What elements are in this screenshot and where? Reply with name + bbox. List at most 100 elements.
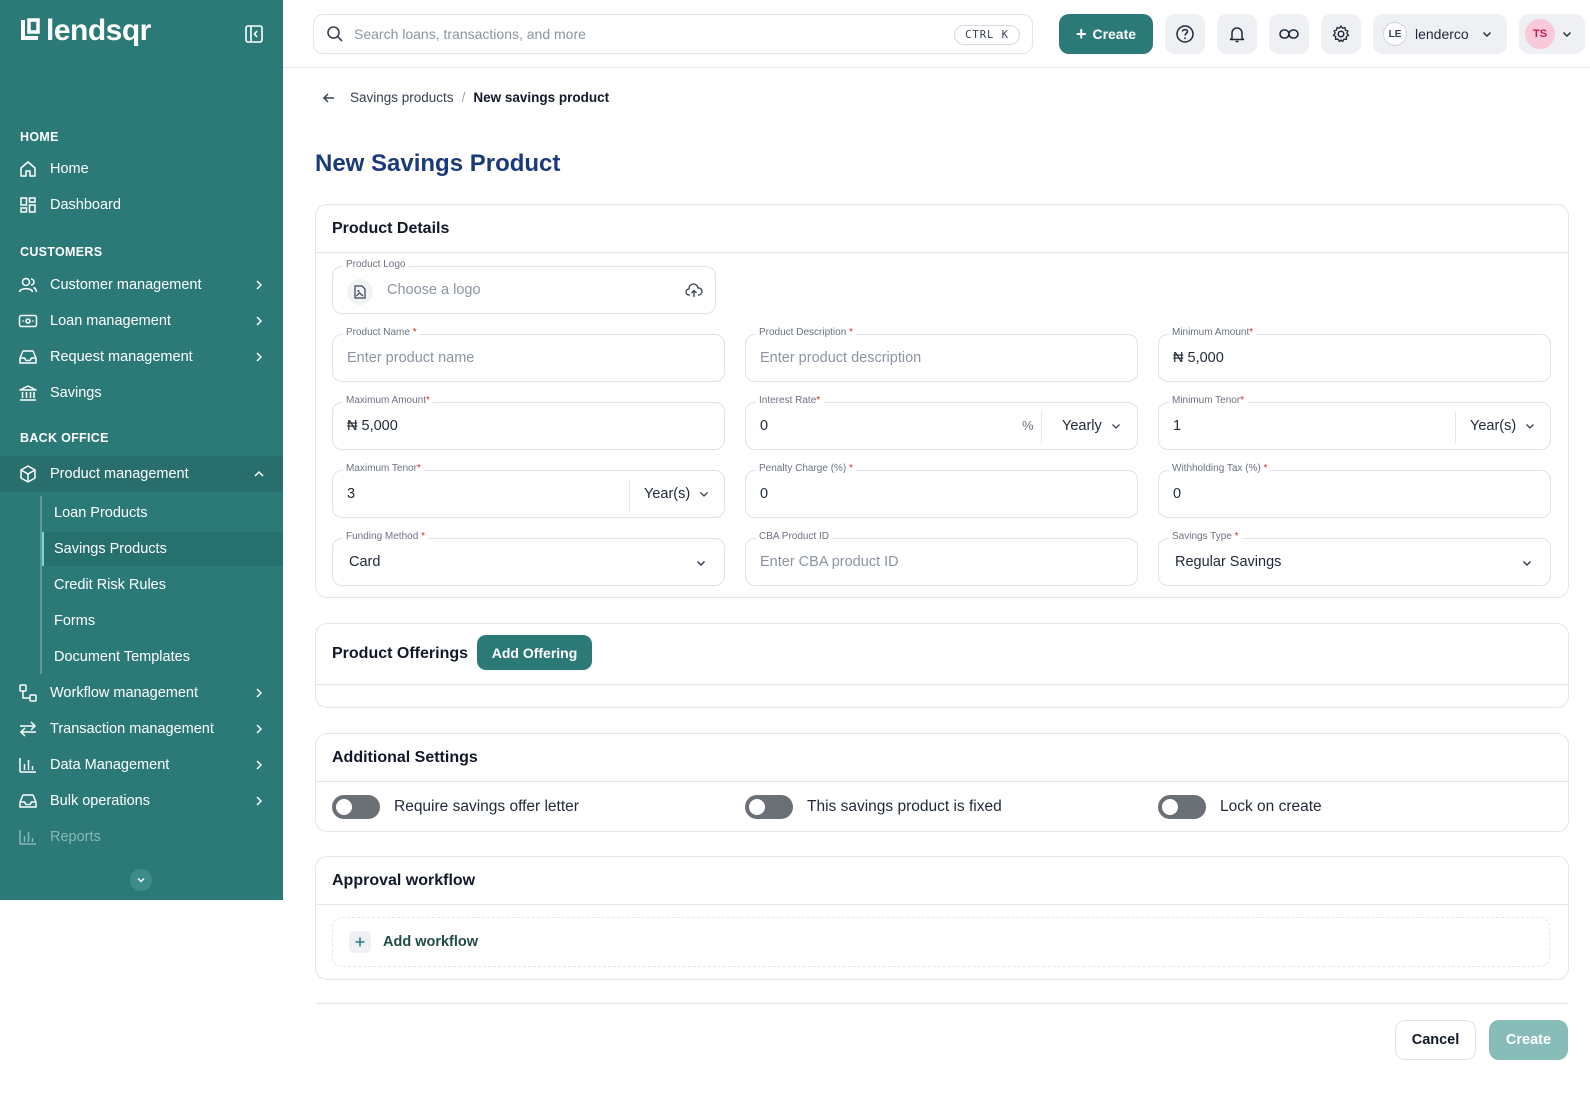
sidebar-subitem-credit-risk-rules[interactable]: Credit Risk Rules <box>42 568 283 602</box>
bell-icon <box>1229 27 1245 43</box>
toggle-switch[interactable] <box>1158 795 1206 819</box>
search-input[interactable] <box>354 26 914 42</box>
org-name: lenderco <box>1415 26 1469 42</box>
product-logo-upload[interactable]: Product Logo Choose a logo <box>332 259 716 314</box>
interest-rate-field[interactable]: Interest Rate* 0 % Yearly <box>745 395 1138 450</box>
chevron-down-icon <box>1111 424 1120 429</box>
percent-suffix: % <box>1022 418 1034 433</box>
notifications-button[interactable] <box>1217 14 1257 54</box>
toggle-product-fixed[interactable]: This savings product is fixed <box>745 795 1002 819</box>
sidebar-item-home[interactable]: Home <box>0 151 283 187</box>
sidebar-item-product-management[interactable]: Product management <box>0 456 283 492</box>
funding-method-select[interactable]: Funding Method * Card <box>332 531 725 586</box>
field-label: CBA Product ID <box>756 531 833 542</box>
sidebar-item-request-management[interactable]: Request management <box>0 339 283 375</box>
withholding-tax-value: 0 <box>1173 486 1182 502</box>
plus-icon: + <box>1075 24 1087 44</box>
sidebar-item-dashboard[interactable]: Dashboard <box>0 187 283 223</box>
gear-icon <box>1332 25 1350 43</box>
help-button[interactable] <box>1165 14 1205 54</box>
link-icon <box>1279 29 1299 39</box>
required-marker: * <box>1263 463 1268 474</box>
cancel-button[interactable]: Cancel <box>1395 1020 1476 1060</box>
create-button[interactable]: + Create <box>1059 14 1153 54</box>
sidebar-item-label: Data Management <box>50 757 170 773</box>
toggle-label: Lock on create <box>1220 798 1322 815</box>
cba-product-id-field[interactable]: CBA Product ID Enter CBA product ID <box>745 531 1138 586</box>
sidebar-subitem-forms[interactable]: Forms <box>42 604 283 638</box>
sidebar-item-customer-management[interactable]: Customer management <box>0 267 283 303</box>
sidebar-item-workflow-management[interactable]: Workflow management <box>0 675 283 711</box>
maximum-amount-field[interactable]: Maximum Amount* ₦ 5,000 <box>332 395 725 450</box>
field-label: Penalty Charge (%) <box>759 463 847 474</box>
sidebar-item-label: Customer management <box>50 277 202 293</box>
sidebar-subitem-savings-products[interactable]: Savings Products <box>42 532 283 566</box>
footer-divider <box>315 1003 1569 1004</box>
brand-name: lendsqr <box>46 14 151 47</box>
user-menu[interactable]: TS <box>1519 14 1585 54</box>
settings-button[interactable] <box>1321 14 1361 54</box>
chevron-down-icon <box>1482 32 1491 37</box>
add-offering-button[interactable]: Add Offering <box>477 635 592 670</box>
chevron-right-icon <box>256 688 263 698</box>
product-details-heading: Product Details <box>316 205 1568 253</box>
tenor-unit-value: Year(s) <box>1470 418 1517 434</box>
sidebar-item-bulk-operations[interactable]: Bulk operations <box>0 783 283 819</box>
sidebar-item-label: Savings <box>50 385 102 401</box>
bar-chart-icon <box>18 755 38 775</box>
interest-period-value: Yearly <box>1062 418 1102 434</box>
maximum-tenor-unit-select[interactable]: Year(s) <box>644 486 710 502</box>
inbox-icon <box>18 347 38 367</box>
toggle-switch[interactable] <box>745 795 793 819</box>
sidebar-item-savings[interactable]: Savings <box>0 375 283 411</box>
required-marker: * <box>849 463 853 474</box>
penalty-charge-field[interactable]: Penalty Charge (%) * 0 <box>745 463 1138 518</box>
breadcrumb-separator: / <box>461 90 466 105</box>
field-label: Product Logo <box>343 259 409 270</box>
links-button[interactable] <box>1269 14 1309 54</box>
chevron-right-icon <box>256 280 263 290</box>
sidebar-item-data-management[interactable]: Data Management <box>0 747 283 783</box>
toggle-require-offer-letter[interactable]: Require savings offer letter <box>332 795 579 819</box>
sidebar-subitem-document-templates[interactable]: Document Templates <box>42 640 283 674</box>
minimum-amount-field[interactable]: Minimum Amount* ₦ 5,000 <box>1158 327 1551 382</box>
sidebar-item-reports[interactable]: Reports <box>0 819 283 855</box>
chevron-right-icon <box>256 352 263 362</box>
create-product-button[interactable]: Create <box>1489 1020 1568 1060</box>
chevron-up-icon <box>254 470 264 477</box>
global-search[interactable]: CTRL K <box>313 14 1033 54</box>
interest-rate-value: 0 <box>760 418 769 434</box>
add-workflow-label: Add workflow <box>383 934 479 950</box>
toggle-switch[interactable] <box>332 795 380 819</box>
toggle-lock-on-create[interactable]: Lock on create <box>1158 795 1322 819</box>
chevron-down-icon <box>1563 32 1571 37</box>
breadcrumb-parent-link[interactable]: Savings products <box>350 90 454 105</box>
brand-logo[interactable]: lendsqr <box>20 16 151 46</box>
back-arrow-icon[interactable] <box>322 91 336 105</box>
sidebar-subitem-loan-products[interactable]: Loan Products <box>42 496 283 530</box>
sidebar-collapse-icon[interactable] <box>244 24 264 44</box>
org-avatar: LE <box>1383 22 1407 46</box>
sidebar-item-label: Home <box>50 161 89 177</box>
field-label: Withholding Tax (%) <box>1172 463 1261 474</box>
sidebar-item-transaction-management[interactable]: Transaction management <box>0 711 283 747</box>
reports-icon <box>18 827 38 847</box>
sidebar-scroll-down-button[interactable] <box>130 869 152 891</box>
maximum-tenor-field[interactable]: Maximum Tenor* 3 Year(s) <box>332 463 725 518</box>
field-label: Maximum Amount <box>346 395 427 406</box>
additional-settings-heading: Additional Settings <box>316 734 1568 782</box>
product-name-field[interactable]: Product Name * Enter product name <box>332 327 725 382</box>
savings-type-select[interactable]: Savings Type * Regular Savings <box>1158 531 1551 586</box>
product-description-field[interactable]: Product Description * Enter product desc… <box>745 327 1138 382</box>
required-marker: * <box>412 327 417 338</box>
chevron-down-icon <box>137 877 145 883</box>
chevron-down-icon <box>696 560 706 567</box>
withholding-tax-field[interactable]: Withholding Tax (%) * 0 <box>1158 463 1551 518</box>
interest-period-select[interactable]: Yearly <box>1062 418 1122 434</box>
add-workflow-button[interactable]: Add workflow <box>332 917 1550 967</box>
product-description-placeholder: Enter product description <box>760 350 922 366</box>
minimum-tenor-field[interactable]: Minimum Tenor* 1 Year(s) <box>1158 395 1551 450</box>
minimum-tenor-unit-select[interactable]: Year(s) <box>1470 418 1536 434</box>
organization-switcher[interactable]: LE lenderco <box>1373 14 1507 54</box>
sidebar-item-loan-management[interactable]: Loan management <box>0 303 283 339</box>
